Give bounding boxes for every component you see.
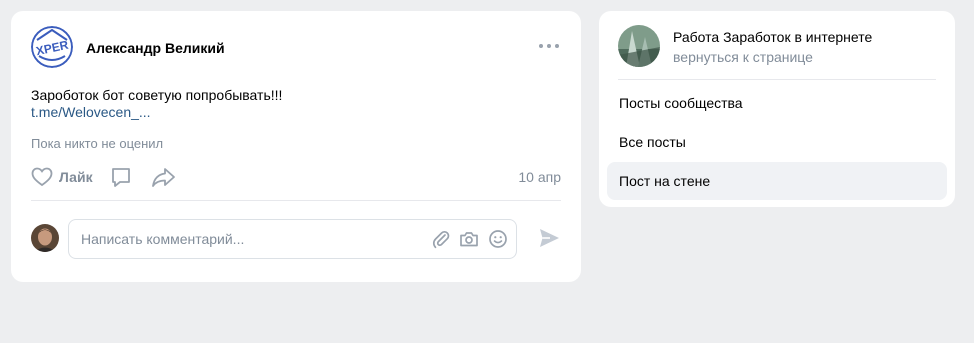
comment-icon	[112, 168, 130, 187]
camera-icon[interactable]	[459, 229, 479, 249]
heart-icon	[31, 167, 53, 187]
share-icon	[152, 168, 175, 187]
comment-input[interactable]	[81, 220, 411, 258]
post-card: XPER Александр Великий Зароботок бот сов…	[11, 11, 581, 282]
comment-box	[68, 219, 517, 259]
divider	[31, 200, 561, 201]
author-avatar[interactable]: XPER	[31, 26, 73, 68]
nav-item-all-posts[interactable]: Все посты	[607, 123, 947, 161]
comment-button[interactable]	[109, 165, 133, 189]
divider	[618, 79, 936, 80]
user-avatar[interactable]	[31, 224, 59, 252]
nav-item-community-posts[interactable]: Посты сообщества	[607, 84, 947, 122]
smile-icon[interactable]	[488, 229, 508, 249]
post-date[interactable]: 10 апр	[518, 169, 561, 185]
paperclip-icon[interactable]	[431, 229, 451, 249]
nav-item-wall-post[interactable]: Пост на стене	[607, 162, 947, 200]
group-avatar[interactable]	[618, 25, 660, 67]
group-name[interactable]: Работа Заработок в интернете	[673, 29, 872, 45]
likes-info: Пока никто не оценил	[31, 136, 164, 151]
sidebar-card: Работа Заработок в интернете вернуться к…	[599, 11, 955, 207]
share-button[interactable]	[151, 165, 177, 189]
like-label: Лайк	[59, 169, 93, 185]
post-text: Зароботок бот советую попробывать!!!	[31, 87, 283, 103]
send-icon[interactable]	[537, 226, 561, 250]
back-to-page-link[interactable]: вернуться к странице	[673, 49, 813, 65]
author-name[interactable]: Александр Великий	[86, 40, 225, 56]
post-link[interactable]: t.me/Welovecen_...	[31, 104, 151, 120]
more-options-icon[interactable]	[539, 38, 559, 54]
like-button[interactable]: Лайк	[31, 165, 93, 189]
